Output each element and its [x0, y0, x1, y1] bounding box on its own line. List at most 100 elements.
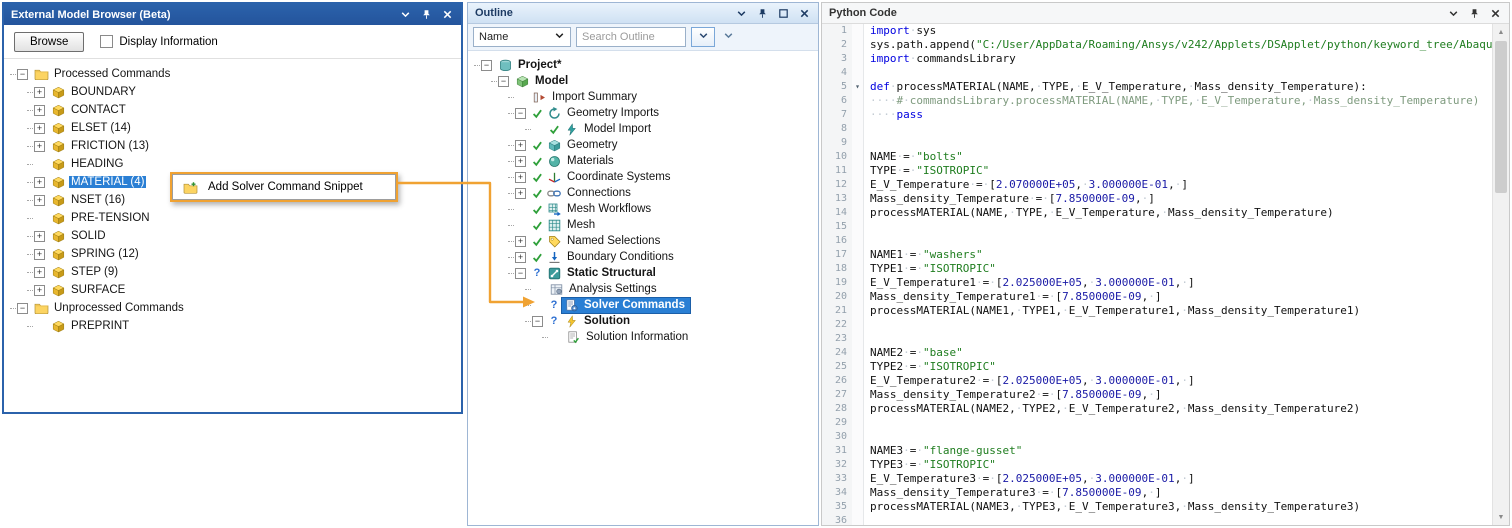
- tree-item-preprint[interactable]: PREPRINT: [4, 317, 461, 335]
- tree-item-geometry-imports[interactable]: −Geometry Imports: [468, 105, 818, 121]
- collapse-icon[interactable]: −: [481, 60, 492, 71]
- expand-icon[interactable]: +: [515, 252, 526, 263]
- tree-item-contact[interactable]: +CONTACT: [4, 101, 461, 119]
- maximize-icon[interactable]: [776, 6, 790, 20]
- expand-icon[interactable]: +: [34, 231, 45, 242]
- expand-icon[interactable]: +: [34, 87, 45, 98]
- tree-node[interactable]: MATERIAL (4): [49, 175, 149, 190]
- expand-icon[interactable]: +: [515, 236, 526, 247]
- code-line[interactable]: 19E_V_Temperature1·=·[2.025000E+05,·3.00…: [822, 276, 1492, 290]
- menu-item-add-solver-command-snippet[interactable]: Add Solver Command Snippet: [174, 176, 394, 198]
- tree-item-model[interactable]: −Model: [468, 73, 818, 89]
- code-editor[interactable]: 1import·sys2sys.path.append("C:/User/App…: [822, 24, 1492, 525]
- code-line[interactable]: 18TYPE1·=·"ISOTROPIC": [822, 262, 1492, 276]
- tree-node[interactable]: Coordinate Systems: [545, 170, 676, 185]
- tree-item-analysis-settings[interactable]: Analysis Settings: [468, 281, 818, 297]
- tree-node[interactable]: SURFACE: [49, 283, 130, 298]
- tree-node[interactable]: Project*: [496, 58, 566, 73]
- code-line[interactable]: 30: [822, 430, 1492, 444]
- code-line[interactable]: 6····#·commandsLibrary.processMATERIAL(N…: [822, 94, 1492, 108]
- tree-item-pre-tension[interactable]: PRE-TENSION: [4, 209, 461, 227]
- expand-icon[interactable]: +: [34, 105, 45, 116]
- code-line[interactable]: 12E_V_Temperature·=·[2.070000E+05,·3.000…: [822, 178, 1492, 192]
- code-line[interactable]: 5▾def·processMATERIAL(NAME,·TYPE,·E_V_Te…: [822, 80, 1492, 94]
- tree-item-surface[interactable]: + SURFACE: [4, 281, 461, 299]
- code-line[interactable]: 27Mass_density_Temperature2·=·[7.850000E…: [822, 388, 1492, 402]
- code-line[interactable]: 21processMATERIAL(NAME1,·TYPE1,·E_V_Temp…: [822, 304, 1492, 318]
- tree-node[interactable]: Boundary Conditions: [545, 250, 679, 265]
- chevron-down-icon[interactable]: [398, 8, 412, 22]
- chevron-down-icon[interactable]: [1446, 6, 1460, 20]
- tree-item-solver-commands[interactable]: ?Solver Commands: [468, 297, 818, 313]
- browse-button[interactable]: Browse: [14, 32, 84, 52]
- collapse-icon[interactable]: −: [17, 303, 28, 314]
- tree-item-solution[interactable]: −?Solution: [468, 313, 818, 329]
- close-icon[interactable]: [1488, 6, 1502, 20]
- collapse-icon[interactable]: −: [515, 108, 526, 119]
- tree-item-spring-12[interactable]: + SPRING (12): [4, 245, 461, 263]
- tree-item-heading[interactable]: HEADING: [4, 155, 461, 173]
- code-line[interactable]: 20Mass_density_Temperature1·=·[7.850000E…: [822, 290, 1492, 304]
- toolbar-more-button[interactable]: [720, 27, 736, 47]
- display-information-checkbox[interactable]: Display Information: [100, 35, 217, 48]
- tree-item-solution-information[interactable]: Solution Information: [468, 329, 818, 345]
- tree-node[interactable]: Processed Commands: [32, 67, 175, 81]
- tree-node[interactable]: BOUNDARY: [49, 85, 141, 100]
- pin-icon[interactable]: [1467, 6, 1481, 20]
- tree-node[interactable]: Static Structural: [545, 266, 661, 281]
- tree-item-boundary[interactable]: + BOUNDARY: [4, 83, 461, 101]
- tree-node[interactable]: STEP (9): [49, 265, 123, 280]
- collapse-icon[interactable]: −: [515, 268, 526, 279]
- pin-icon[interactable]: [755, 6, 769, 20]
- code-line[interactable]: 13Mass_density_Temperature·=·[7.850000E-…: [822, 192, 1492, 206]
- tree-node[interactable]: Mesh: [545, 218, 600, 233]
- tree-node[interactable]: NSET (16): [49, 193, 130, 208]
- tree-item-coordinate-systems[interactable]: + Coordinate Systems: [468, 169, 818, 185]
- code-line[interactable]: 7····pass: [822, 108, 1492, 122]
- collapse-icon[interactable]: −: [17, 69, 28, 80]
- code-line[interactable]: 15: [822, 220, 1492, 234]
- expand-icon[interactable]: +: [515, 140, 526, 151]
- tree-item-static-structural[interactable]: −?Static Structural: [468, 265, 818, 281]
- tree-node[interactable]: Import Summary: [530, 90, 642, 105]
- expand-icon[interactable]: +: [34, 177, 45, 188]
- outline-titlebar[interactable]: Outline: [468, 3, 818, 24]
- code-scrollbar[interactable]: ▲ ▼: [1492, 24, 1509, 525]
- code-line[interactable]: 34Mass_density_Temperature3·=·[7.850000E…: [822, 486, 1492, 500]
- tree-node[interactable]: FRICTION (13): [49, 139, 154, 154]
- expand-icon[interactable]: +: [34, 249, 45, 260]
- code-line[interactable]: 17NAME1·=·"washers": [822, 248, 1492, 262]
- browser-titlebar[interactable]: External Model Browser (Beta): [4, 4, 461, 25]
- tree-node[interactable]: Solver Commands: [562, 298, 690, 313]
- close-icon[interactable]: [797, 6, 811, 20]
- tree-node[interactable]: Unprocessed Commands: [32, 301, 189, 315]
- tree-item-mesh[interactable]: Mesh: [468, 217, 818, 233]
- code-line[interactable]: 10NAME·=·"bolts": [822, 150, 1492, 164]
- code-line[interactable]: 36: [822, 514, 1492, 525]
- code-line[interactable]: 35processMATERIAL(NAME3,·TYPE3,·E_V_Temp…: [822, 500, 1492, 514]
- scroll-up-icon[interactable]: ▲: [1493, 24, 1509, 40]
- expand-icon[interactable]: +: [34, 195, 45, 206]
- tree-item-named-selections[interactable]: +Named Selections: [468, 233, 818, 249]
- tree-item-unprocessed-commands[interactable]: −Unprocessed Commands: [4, 299, 461, 317]
- expand-icon[interactable]: +: [515, 156, 526, 167]
- code-line[interactable]: 22: [822, 318, 1492, 332]
- tree-item-import-summary[interactable]: Import Summary: [468, 89, 818, 105]
- expand-icon[interactable]: +: [34, 141, 45, 152]
- tree-node[interactable]: Solution Information: [564, 330, 693, 345]
- expand-icon[interactable]: +: [34, 285, 45, 296]
- code-line[interactable]: 16: [822, 234, 1492, 248]
- code-line[interactable]: 29: [822, 416, 1492, 430]
- code-line[interactable]: 28processMATERIAL(NAME2,·TYPE2,·E_V_Temp…: [822, 402, 1492, 416]
- expand-icon[interactable]: +: [515, 172, 526, 183]
- code-line[interactable]: 32TYPE3·=·"ISOTROPIC": [822, 458, 1492, 472]
- fold-marker-icon[interactable]: ▾: [852, 80, 864, 94]
- tree-node[interactable]: SPRING (12): [49, 247, 144, 262]
- scroll-thumb[interactable]: [1495, 41, 1507, 193]
- tree-node[interactable]: SOLID: [49, 229, 111, 244]
- tree-item-geometry[interactable]: +Geometry: [468, 137, 818, 153]
- tree-node[interactable]: PRE-TENSION: [49, 211, 155, 226]
- tree-item-materials[interactable]: +Materials: [468, 153, 818, 169]
- code-line[interactable]: 25TYPE2·=·"ISOTROPIC": [822, 360, 1492, 374]
- code-line[interactable]: 31NAME3·=·"flange-gusset": [822, 444, 1492, 458]
